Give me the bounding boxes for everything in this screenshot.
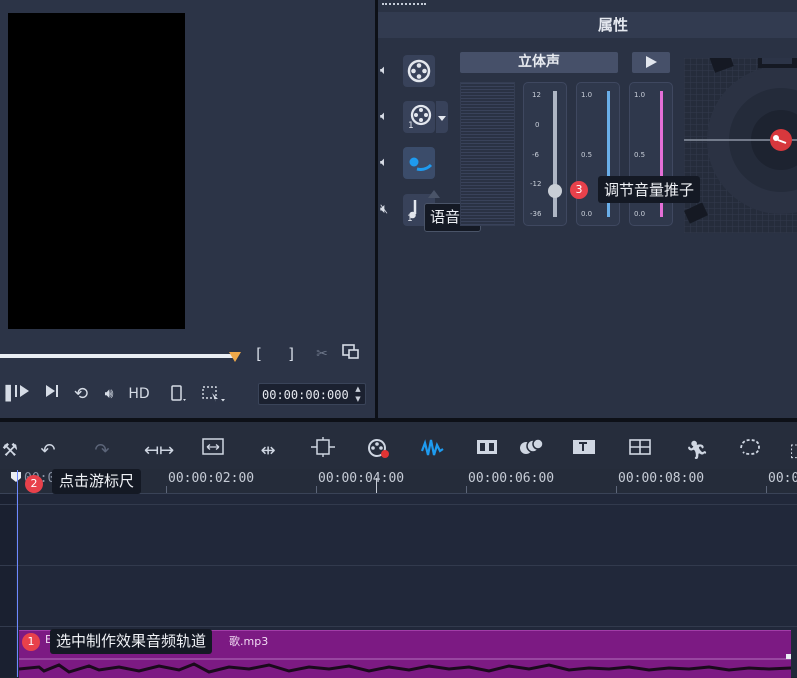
clip-end-handle[interactable] [786,654,791,659]
storyboard-icon[interactable] [473,437,501,465]
split-clip-icon[interactable]: ⇹ [254,437,282,465]
preview-scrub-bar[interactable] [0,354,233,358]
device-icon[interactable] [168,384,190,410]
mark-in-button[interactable]: [ [252,344,266,364]
split-screen-icon[interactable] [626,437,654,465]
fader-scale-label: -6 [532,151,539,159]
track-divider [0,504,797,505]
surround-panner[interactable] [684,58,797,233]
mask-lasso-icon[interactable] [736,437,764,465]
play-icon[interactable] [12,384,32,404]
ruler-tick-label: 00:00: [768,471,797,486]
speed-runner-icon[interactable]: 🏃︎ [683,437,711,465]
track-number-badge: 1 [407,214,413,224]
right-channel-meter: 1.0 0.5 0.0 [629,82,673,226]
track-divider [0,565,797,566]
audio-mixer-icon[interactable] [418,437,446,465]
resize-select-icon[interactable] [200,384,228,410]
playhead-line[interactable] [17,470,18,677]
mute-speaker-icon[interactable]: 🔇︎ [380,202,388,217]
clip-name-suffix: 歌.mp3 [229,635,269,648]
step-callout: 调节音量推子 [598,176,701,203]
ruler-tick [766,486,767,493]
ruler-tick [466,486,467,493]
audio-waveform [19,658,791,674]
split-scissors-icon[interactable]: ✂ [312,344,332,364]
step-badge: 2 [25,475,43,493]
undo-icon[interactable]: ↶ [34,437,62,465]
drag-grip[interactable] [382,3,426,9]
fader-scale-label: 0.5 [634,151,646,159]
speaker-icon[interactable]: 🔈︎ [380,109,388,124]
motion-tracking-icon[interactable] [517,437,545,465]
fader-scale-label: 0.0 [581,210,593,218]
resize-clip-icon[interactable] [309,437,337,465]
tooltip-pointer [428,190,440,198]
timecode-spinner[interactable]: ▲ ▼ [352,384,364,404]
ruler-tick [376,478,377,493]
fader-scale-label: 12 [532,91,541,99]
video-track-icon[interactable] [403,55,435,87]
ruler-tick [166,486,167,493]
video-preview [8,13,185,329]
step-badge: 3 [570,181,588,199]
tools-icon[interactable]: ⚒ [0,437,24,465]
voice-track-icon[interactable] [403,147,435,179]
timecode-input[interactable]: 00:00:00:000 [258,383,366,405]
step-callout: 选中制作效果音频轨道 [50,629,213,654]
fader-scale-label: 0.5 [581,151,593,159]
more-tools-icon[interactable]: ⬚ [784,437,797,465]
vu-meter [460,82,515,226]
ruler-tick-label: 00:00:06:00 [468,471,555,486]
ruler-tick-label: 00:00:08:00 [618,471,705,486]
audio-play-button[interactable] [632,52,670,73]
left-channel-meter: 1.0 0.5 0.0 [576,82,620,226]
redo-icon[interactable]: ↷ [88,437,116,465]
track-number-badge: 1 [408,121,414,131]
next-frame-icon[interactable] [42,384,62,404]
hd-toggle[interactable]: HD [126,384,152,404]
mark-out-button[interactable]: ] [284,344,298,364]
ruler-tick [616,486,617,493]
ruler-tick [316,486,317,493]
volume-icon[interactable]: 🔊︎ [98,384,120,404]
track-divider [0,626,797,627]
timeline-toolbar [0,422,797,469]
fader-track [553,91,557,217]
stereo-mode-button[interactable]: 立体声 [460,52,618,73]
ruler-tick-label: 00:00:04:00 [318,471,405,486]
record-icon[interactable] [364,437,392,465]
fader-scale-label: -12 [530,180,542,188]
scrub-handle[interactable] [229,352,241,362]
fader-scale-label: 1.0 [581,91,593,99]
zoom-to-fit-icon[interactable] [199,437,227,465]
fader-scale-label: 1.0 [634,91,646,99]
play-prev-icon[interactable]: ▐ [0,384,11,404]
step-badge: 1 [22,633,40,651]
fader-scale-label: 0 [535,121,540,129]
fader-knob[interactable] [548,184,562,198]
fit-timeline-icon[interactable]: ↤↦ [144,437,174,465]
track-dropdown-button[interactable] [436,101,448,133]
title-text-icon[interactable] [570,437,598,465]
step-callout: 点击游标尺 [52,469,142,494]
fader-scale-label: -36 [530,210,542,218]
speaker-icon[interactable]: 🔈︎ [380,155,388,170]
ruler-tick-label: 00:00:02:00 [168,471,255,486]
chevron-down-icon [438,116,446,121]
speaker-icon[interactable]: 🔈︎ [380,63,388,78]
properties-header [378,12,797,38]
overlay-track-icon[interactable]: 1 [403,101,435,133]
volume-fader[interactable]: 12 0 -6 -12 -36 [523,82,567,226]
track-header-strip [0,494,16,677]
loop-icon[interactable]: ⟲ [70,384,92,404]
fader-scale-label: 0.0 [634,210,646,218]
snapshot-icon[interactable] [341,344,361,366]
